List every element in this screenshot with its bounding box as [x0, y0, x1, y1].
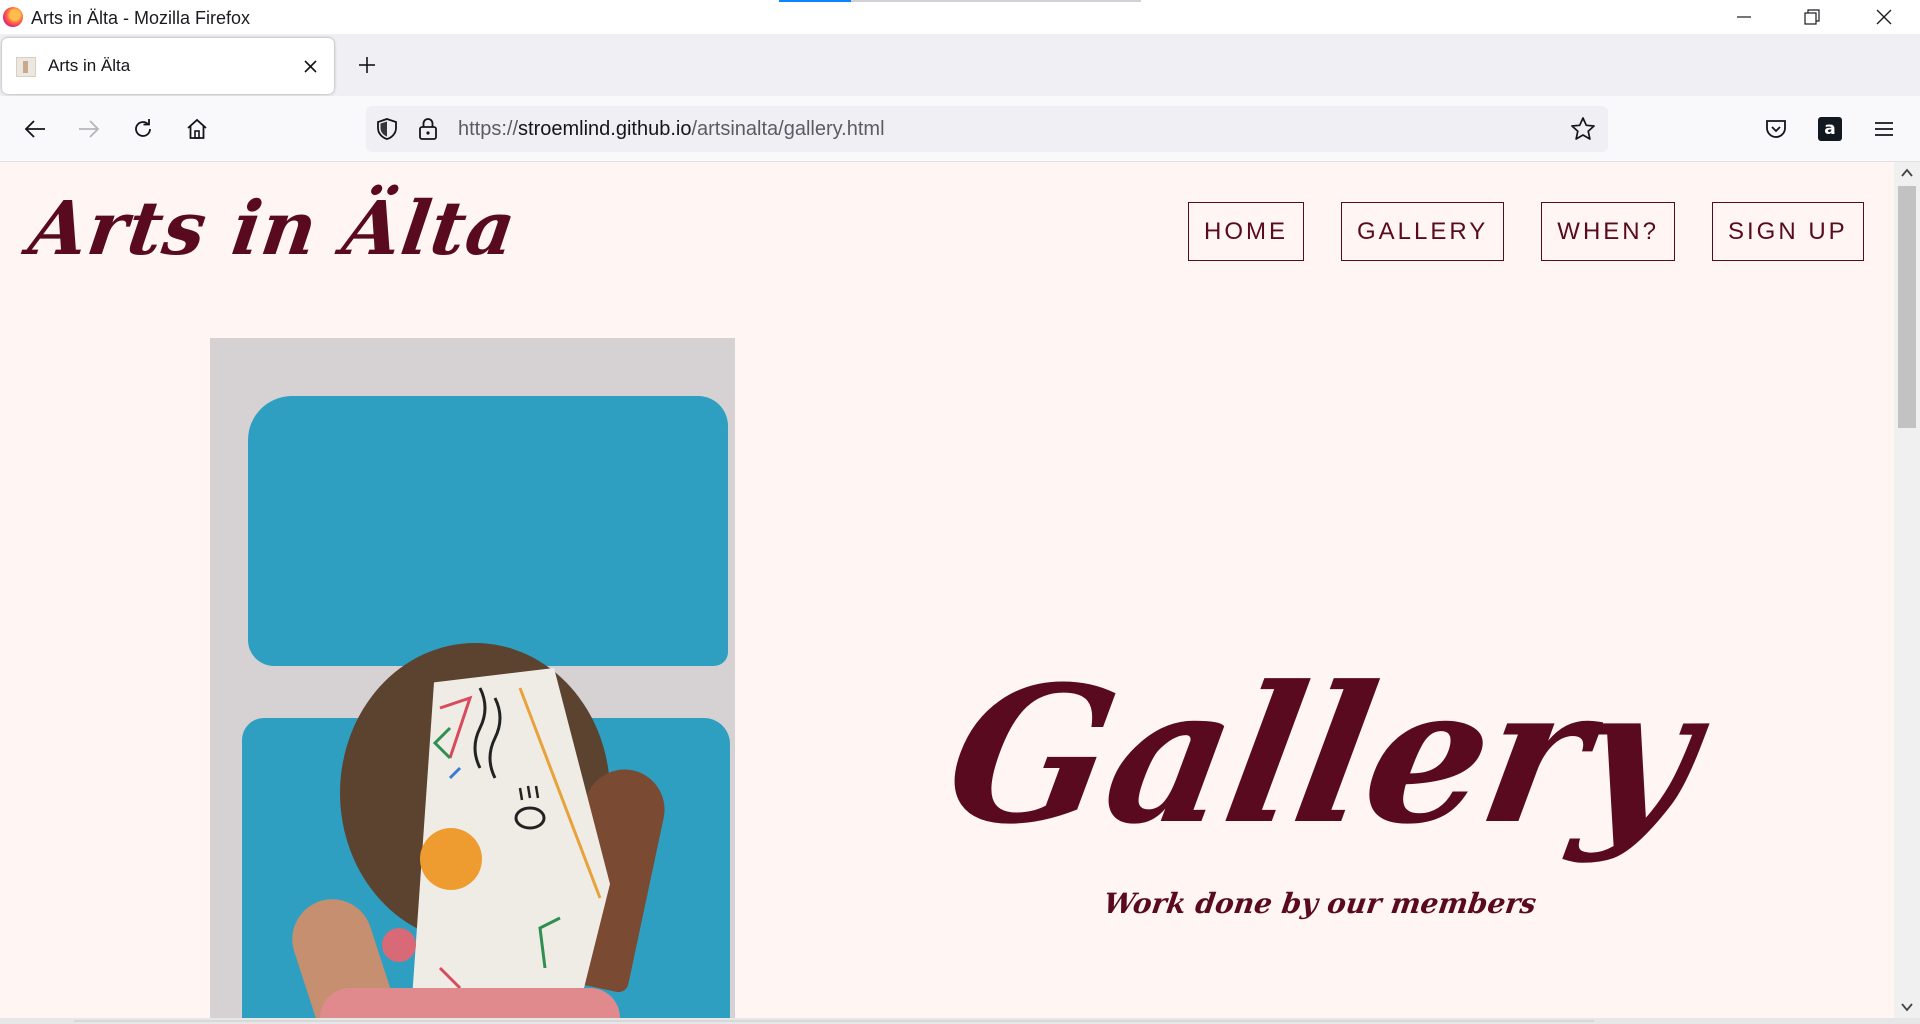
site-logo[interactable]: Arts in Älta — [24, 186, 521, 272]
forward-button[interactable] — [71, 112, 107, 146]
page-title: Gallery — [932, 645, 1711, 866]
lock-icon[interactable] — [418, 117, 438, 141]
site-nav: HOME GALLERY WHEN? SIGN UP — [1188, 202, 1894, 261]
minimize-button[interactable] — [1710, 0, 1778, 34]
restore-button[interactable] — [1778, 0, 1846, 34]
nav-when-link[interactable]: WHEN? — [1541, 202, 1675, 261]
page-subtitle: Work done by our members — [1101, 887, 1539, 920]
home-icon — [187, 118, 207, 139]
plus-icon — [359, 57, 375, 73]
close-window-button[interactable] — [1850, 0, 1918, 34]
nav-gallery-link[interactable]: GALLERY — [1341, 202, 1505, 261]
scroll-up-arrow-icon[interactable] — [1900, 166, 1914, 180]
page-viewport: Arts in Älta HOME GALLERY WHEN? SIGN UP — [0, 162, 1894, 1018]
firefox-logo-icon — [3, 7, 23, 27]
close-icon — [1876, 9, 1892, 25]
amazon-extension-button[interactable]: a — [1813, 112, 1847, 146]
reload-icon — [135, 119, 151, 137]
reload-button[interactable] — [125, 112, 161, 146]
pocket-button[interactable] — [1759, 112, 1793, 146]
scrollbar-thumb[interactable] — [1898, 186, 1916, 428]
close-icon — [303, 59, 317, 73]
bookmark-star-icon[interactable] — [1570, 116, 1596, 142]
home-button[interactable] — [179, 112, 215, 146]
nav-home-link[interactable]: HOME — [1188, 202, 1304, 261]
navigation-toolbar: https://stroemlind.github.io/artsinalta/… — [0, 96, 1920, 162]
url-path: /artsinalta/gallery.html — [691, 118, 885, 140]
new-tab-button[interactable] — [352, 50, 382, 80]
restore-icon — [1804, 9, 1820, 25]
tab-strip: Arts in Älta — [0, 34, 1920, 96]
amazon-extension-icon: a — [1818, 117, 1842, 141]
nav-signup-link[interactable]: SIGN UP — [1711, 202, 1864, 261]
menu-icon — [1875, 122, 1893, 136]
bottom-edge — [0, 1018, 1920, 1024]
app-menu-button[interactable] — [1867, 112, 1901, 146]
minimize-icon — [1737, 16, 1751, 18]
pocket-icon — [1766, 120, 1786, 138]
window-titlebar: Arts in Älta - Mozilla Firefox — [0, 0, 1920, 34]
tab-label: Arts in Älta — [48, 56, 131, 75]
hero-photo — [210, 338, 735, 1018]
page-scrollbar[interactable] — [1894, 162, 1920, 1018]
url-bar[interactable]: https://stroemlind.github.io/artsinalta/… — [366, 106, 1608, 152]
tracking-protection-shield-icon[interactable] — [376, 117, 398, 141]
back-button[interactable] — [17, 112, 53, 146]
tab-arts-in-alta[interactable]: Arts in Älta — [2, 38, 334, 94]
tab-close-button[interactable] — [298, 54, 322, 78]
url-host: stroemlind.github.io — [518, 118, 692, 140]
window-title: Arts in Älta - Mozilla Firefox — [31, 8, 251, 28]
loading-indicator — [779, 0, 1141, 2]
url-prefix: https:// — [458, 118, 519, 140]
arrow-right-icon — [79, 120, 100, 138]
site-favicon-icon — [16, 57, 36, 77]
arrow-left-icon — [24, 120, 45, 138]
url-text[interactable]: https://stroemlind.github.io/artsinalta/… — [458, 118, 885, 141]
scroll-down-arrow-icon[interactable] — [1900, 1000, 1914, 1014]
